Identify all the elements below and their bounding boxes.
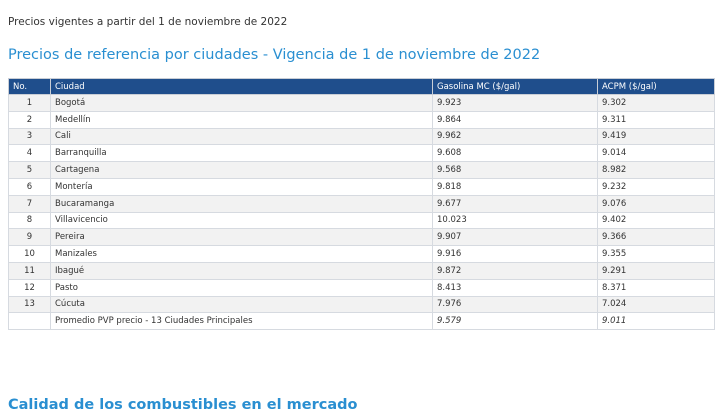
row-gasoline: 9.923 (432, 94, 598, 112)
average-gasoline: 9.579 (432, 312, 598, 331)
row-acpm: 9.311 (597, 110, 715, 129)
row-acpm: 9.419 (597, 127, 715, 146)
row-gasoline: 9.872 (432, 261, 598, 280)
row-no: 9 (8, 228, 51, 247)
row-no: 2 (8, 110, 51, 129)
table-row: 8 Villavicencio 10.023 9.402 (8, 211, 715, 230)
intro-text: Precios vigentes a partir del 1 de novie… (8, 16, 288, 28)
row-no: 1 (8, 94, 51, 112)
header-no: No. (8, 78, 51, 95)
row-acpm: 9.402 (597, 211, 715, 230)
row-no: 6 (8, 177, 51, 196)
row-acpm: 9.291 (597, 261, 715, 280)
row-no: 4 (8, 144, 51, 163)
row-gasoline: 9.962 (432, 127, 598, 146)
row-acpm: 9.076 (597, 194, 715, 213)
row-acpm: 7.024 (597, 295, 715, 314)
next-section-heading: Calidad de los combustibles en el mercad… (8, 397, 358, 413)
row-gasoline: 9.907 (432, 228, 598, 247)
table-row: 2 Medellín 9.864 9.311 (8, 110, 715, 129)
row-no: 10 (8, 245, 51, 263)
table-row: 3 Cali 9.962 9.419 (8, 127, 715, 146)
row-no: 12 (8, 278, 51, 297)
table-row: 5 Cartagena 9.568 8.982 (8, 161, 715, 179)
average-no (8, 312, 51, 331)
table-row: 7 Bucaramanga 9.677 9.076 (8, 194, 715, 213)
row-city: Bucaramanga (50, 194, 433, 213)
row-gasoline: 9.818 (432, 177, 598, 196)
table-row: 11 Ibagué 9.872 9.291 (8, 261, 715, 280)
row-gasoline: 7.976 (432, 295, 598, 314)
row-no: 7 (8, 194, 51, 213)
row-city: Villavicencio (50, 211, 433, 230)
row-city: Montería (50, 177, 433, 196)
table-row: 4 Barranquilla 9.608 9.014 (8, 144, 715, 163)
header-city: Ciudad (50, 78, 433, 95)
table-row: 10 Manizales 9.916 9.355 (8, 245, 715, 263)
row-city: Bogotá (50, 94, 433, 112)
row-no: 11 (8, 261, 51, 280)
price-table: No. Ciudad Gasolina MC ($/gal) ACPM ($/g… (8, 78, 715, 331)
row-no: 5 (8, 161, 51, 179)
row-city: Pereira (50, 228, 433, 247)
row-gasoline: 9.916 (432, 245, 598, 263)
row-gasoline: 10.023 (432, 211, 598, 230)
row-gasoline: 9.864 (432, 110, 598, 129)
row-acpm: 9.302 (597, 94, 715, 112)
row-city: Cali (50, 127, 433, 146)
row-acpm: 8.982 (597, 161, 715, 179)
row-acpm: 9.014 (597, 144, 715, 163)
row-acpm: 9.355 (597, 245, 715, 263)
row-gasoline: 9.677 (432, 194, 598, 213)
average-acpm: 9.011 (597, 312, 715, 331)
row-no: 8 (8, 211, 51, 230)
row-gasoline: 9.568 (432, 161, 598, 179)
row-acpm: 9.232 (597, 177, 715, 196)
row-city: Manizales (50, 245, 433, 263)
page-heading: Precios de referencia por ciudades - Vig… (8, 47, 541, 63)
row-acpm: 8.371 (597, 278, 715, 297)
average-label: Promedio PVP precio - 13 Ciudades Princi… (50, 312, 433, 331)
table-header-row: No. Ciudad Gasolina MC ($/gal) ACPM ($/g… (8, 78, 715, 95)
row-gasoline: 8.413 (432, 278, 598, 297)
header-gasoline: Gasolina MC ($/gal) (432, 78, 598, 95)
row-city: Medellín (50, 110, 433, 129)
row-gasoline: 9.608 (432, 144, 598, 163)
row-city: Ibagué (50, 261, 433, 280)
table-row: 1 Bogotá 9.923 9.302 (8, 94, 715, 112)
row-city: Cartagena (50, 161, 433, 179)
row-city: Barranquilla (50, 144, 433, 163)
table-row: 13 Cúcuta 7.976 7.024 (8, 295, 715, 314)
table-row: 6 Montería 9.818 9.232 (8, 177, 715, 196)
table-row: 9 Pereira 9.907 9.366 (8, 228, 715, 247)
row-city: Cúcuta (50, 295, 433, 314)
table-row: 12 Pasto 8.413 8.371 (8, 278, 715, 297)
row-no: 3 (8, 127, 51, 146)
row-acpm: 9.366 (597, 228, 715, 247)
header-acpm: ACPM ($/gal) (597, 78, 715, 95)
row-no: 13 (8, 295, 51, 314)
average-row: Promedio PVP precio - 13 Ciudades Princi… (8, 312, 715, 331)
row-city: Pasto (50, 278, 433, 297)
